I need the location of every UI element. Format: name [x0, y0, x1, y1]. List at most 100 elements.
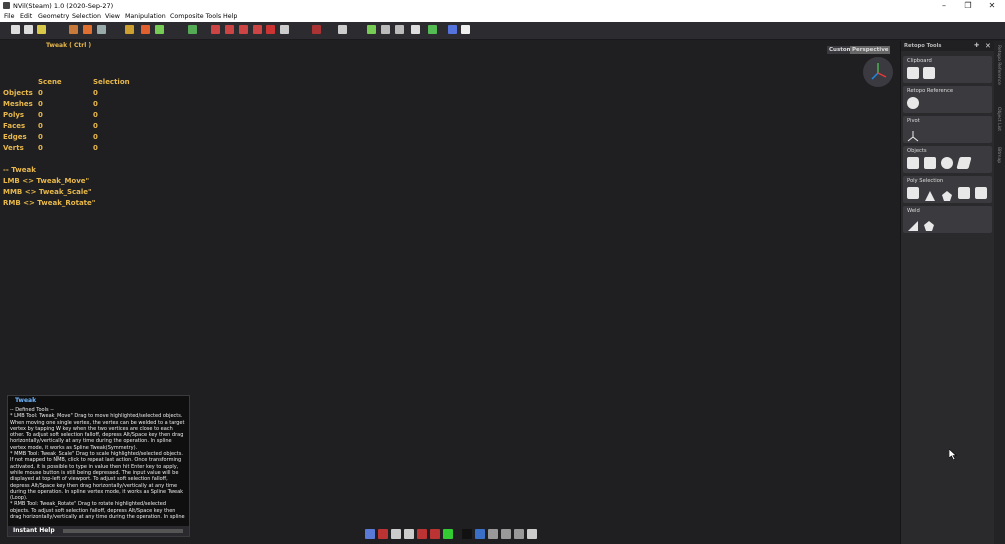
open-icon[interactable]	[37, 25, 46, 34]
curve-icon[interactable]	[266, 25, 275, 34]
side-tab-retopo-reference[interactable]: Retopo Reference	[996, 45, 1001, 85]
quad-icon[interactable]	[381, 25, 390, 34]
help-scrollbar[interactable]	[63, 529, 183, 533]
box-select-icon[interactable]	[958, 187, 970, 199]
triangle-select-icon[interactable]	[924, 187, 936, 201]
cube-icon[interactable]	[907, 157, 919, 169]
shading-icon[interactable]	[378, 529, 388, 539]
help-title: Tweak	[15, 397, 37, 404]
menu-composite-tools[interactable]: Composite Tools	[170, 13, 221, 20]
edge-mode-icon[interactable]	[225, 25, 234, 34]
smooth-icon[interactable]	[417, 529, 427, 539]
material-icon[interactable]	[514, 529, 524, 539]
close-panel-icon[interactable]: ✕	[985, 42, 991, 50]
square-select-icon[interactable]	[907, 187, 919, 199]
paste-icon[interactable]	[923, 67, 935, 79]
render-icon[interactable]	[448, 25, 457, 34]
transform-icon[interactable]	[312, 25, 321, 34]
stat-label: Verts	[3, 144, 24, 152]
new-file-icon[interactable]	[11, 25, 20, 34]
stat-scene: 0	[38, 122, 43, 130]
edit-icon[interactable]	[141, 25, 150, 34]
redo-icon[interactable]	[83, 25, 92, 34]
pin-icon[interactable]: ✚	[974, 42, 979, 49]
xray-icon[interactable]	[430, 529, 440, 539]
primitive-icon[interactable]	[125, 25, 134, 34]
stat-selection: 0	[93, 100, 98, 108]
menu-manipulation[interactable]: Manipulation	[125, 13, 166, 20]
menu-view[interactable]: View	[105, 13, 120, 20]
maximize-button[interactable]: ❐	[956, 0, 980, 12]
minimize-button[interactable]: –	[932, 0, 956, 12]
stats-header-selection: Selection	[93, 78, 130, 86]
object-mode-icon[interactable]	[253, 25, 262, 34]
help-body[interactable]: -- Defined Tools -- * LMB Tool: Tweak_Mo…	[10, 407, 186, 521]
isolate-icon[interactable]	[443, 529, 453, 539]
weld-pentagon-icon[interactable]	[923, 217, 935, 231]
menu-geometry[interactable]: Geometry	[38, 13, 69, 20]
background-icon[interactable]	[462, 529, 472, 539]
instant-help-panel: Tweak -- Defined Tools -- * LMB Tool: Tw…	[7, 395, 190, 537]
view-custom-label[interactable]: Custom	[827, 46, 852, 54]
texture-icon[interactable]	[527, 529, 537, 539]
group-label: Pivot	[907, 118, 920, 124]
axis-gizmo-icon	[871, 63, 887, 80]
save-icon[interactable]	[24, 25, 33, 34]
face-mode-icon[interactable]	[239, 25, 248, 34]
mail-icon[interactable]	[411, 25, 420, 34]
mouse-cursor-icon	[948, 445, 957, 464]
info-icon[interactable]	[365, 529, 375, 539]
wire-icon[interactable]	[391, 529, 401, 539]
snap-icon[interactable]	[338, 25, 347, 34]
menu-help[interactable]: Help	[223, 13, 237, 20]
group-clipboard: Clipboard	[903, 56, 992, 83]
brush-icon[interactable]	[280, 25, 289, 34]
ao-icon[interactable]	[461, 25, 470, 34]
side-tab-bitmap[interactable]: Bitmap	[996, 147, 1001, 163]
side-tabs: Retopo Reference Object List Bitmap	[994, 41, 1005, 544]
weld-triangle-icon[interactable]	[907, 217, 919, 231]
polygon-select-icon[interactable]	[941, 187, 953, 201]
copy-icon[interactable]	[907, 67, 919, 79]
group-retopo-reference: Retopo Reference	[903, 86, 992, 113]
binding-mmb: MMB <> Tweak_Scale"	[3, 188, 92, 196]
pivot-icon[interactable]	[907, 127, 919, 142]
stat-label: Objects	[3, 89, 33, 97]
retopo-icon[interactable]	[367, 25, 376, 34]
group-label: Objects	[907, 148, 927, 154]
group-label: Retopo Reference	[907, 88, 954, 94]
deform-icon[interactable]	[155, 25, 164, 34]
sphere-reference-icon[interactable]	[907, 97, 919, 109]
group-pivot: Pivot	[903, 116, 992, 143]
stat-selection: 0	[93, 122, 98, 130]
symmetry-icon[interactable]	[97, 25, 106, 34]
plane-icon[interactable]	[956, 157, 972, 169]
vertex-mode-icon[interactable]	[211, 25, 220, 34]
select-mode-icon[interactable]	[188, 25, 197, 34]
group-label: Poly Selection	[907, 178, 944, 184]
cylinder-icon[interactable]	[924, 157, 936, 169]
menu-file[interactable]: File	[4, 13, 15, 20]
main-toolbar	[0, 22, 1005, 40]
help-line: * MMB Tool: Tweak_Scale" Drag to scale h…	[10, 451, 184, 502]
close-button[interactable]: ✕	[980, 0, 1004, 12]
uv-icon[interactable]	[428, 25, 437, 34]
ring-select-icon[interactable]	[975, 187, 987, 199]
menu-edit[interactable]: Edit	[20, 13, 32, 20]
menu-selection[interactable]: Selection	[72, 13, 101, 20]
side-tab-object-list[interactable]: Object List	[996, 107, 1001, 131]
view-perspective-label[interactable]: Perspective	[850, 46, 890, 54]
undo-icon[interactable]	[69, 25, 78, 34]
light-icon[interactable]	[501, 529, 511, 539]
view-gizmo[interactable]	[863, 57, 893, 87]
grid-icon[interactable]	[395, 25, 404, 34]
camera-icon[interactable]	[488, 529, 498, 539]
menu-bar: File Edit Geometry Selection View Manipu…	[0, 12, 1005, 22]
group-objects: Objects	[903, 146, 992, 173]
active-tool-header: Tweak ( Ctrl )	[46, 42, 92, 49]
stat-scene: 0	[38, 144, 43, 152]
circle-icon[interactable]	[941, 157, 953, 169]
stat-selection: 0	[93, 111, 98, 119]
grid-toggle-icon[interactable]	[475, 529, 485, 539]
flat-icon[interactable]	[404, 529, 414, 539]
